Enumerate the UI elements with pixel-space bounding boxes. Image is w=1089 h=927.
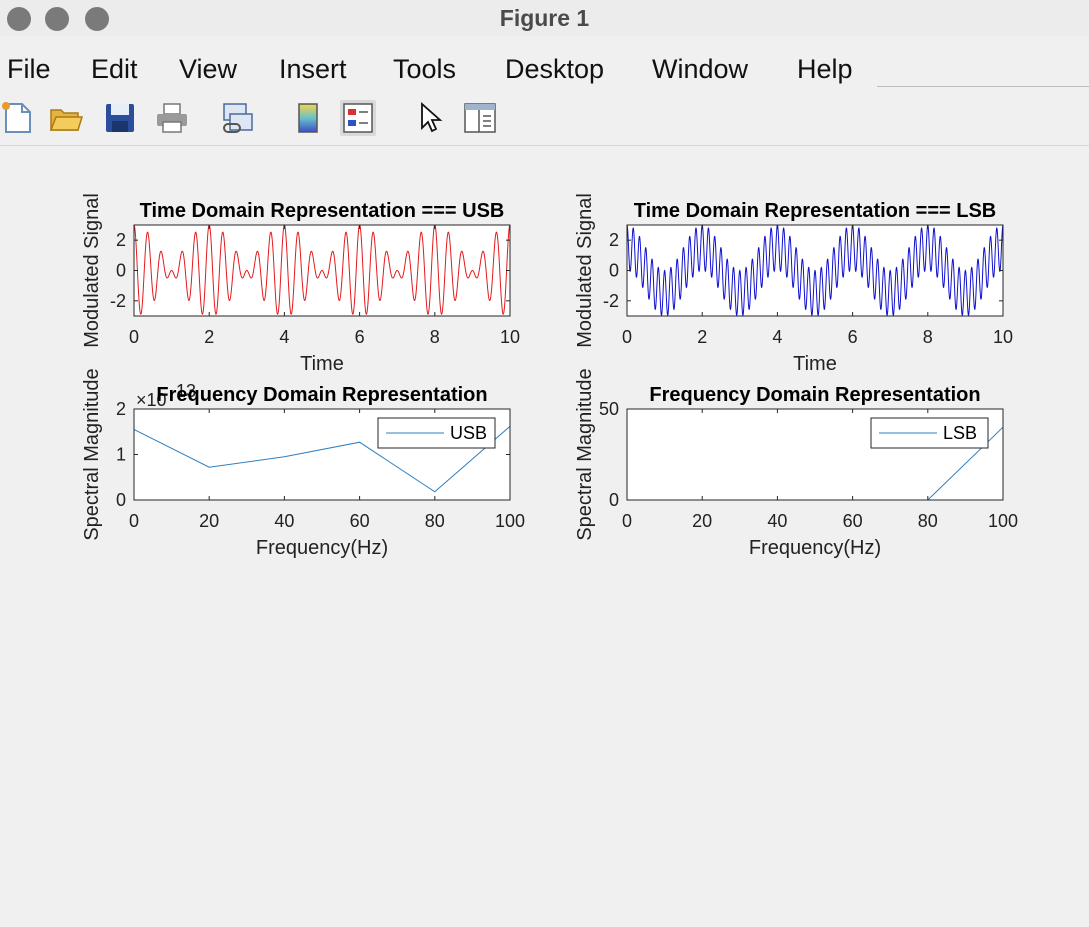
menu-window[interactable]: Window [652, 49, 748, 89]
window-titlebar: Figure 1 [0, 0, 1089, 36]
y-tick-label: 0 [609, 490, 619, 510]
x-tick-label: 40 [767, 511, 787, 531]
x-tick-label: 4 [279, 327, 289, 347]
x-tick-label: 0 [129, 511, 139, 531]
x-axis-label: Frequency(Hz) [256, 537, 388, 559]
save-icon[interactable] [102, 100, 138, 136]
x-tick-label: 2 [204, 327, 214, 347]
x-tick-label: 100 [988, 511, 1018, 531]
menu-tools[interactable]: Tools [393, 49, 456, 89]
y-tick-label: 2 [116, 399, 126, 419]
property-inspector-icon[interactable] [462, 100, 498, 136]
axes-2: 0 2 4 6 8 10-202Time Domain Representation ==… [574, 193, 1013, 375]
x-tick-label: 20 [692, 511, 712, 531]
y-tick-label: 0 [116, 490, 126, 510]
x-tick-label: 6 [355, 327, 365, 347]
y-axis-label: Modulated Signal [81, 193, 103, 348]
open-file-icon[interactable] [48, 100, 84, 136]
x-tick-label: 40 [274, 511, 294, 531]
axes-4: 0 20 40 60 80 100 0 50 Frequency Domain Represen… [574, 368, 1018, 559]
figure-canvas: 0 2 4 6 8 10-202Time Domain Representation ==… [81, 193, 1018, 559]
legend-icon[interactable] [340, 100, 376, 136]
axes-title: Frequency Domain Representation [156, 384, 487, 406]
y-tick-label: 2 [116, 230, 126, 250]
x-tick-label: 80 [918, 511, 938, 531]
legend: LSB [870, 417, 989, 449]
y-tick-label: -2 [110, 291, 126, 311]
menu-separator [877, 86, 1089, 87]
x-tick-label: 2 [697, 327, 707, 347]
window-title: Figure 1 [499, 5, 590, 31]
axes-title: Frequency Domain Representation [649, 384, 980, 406]
x-tick-label: 0 [622, 327, 632, 347]
menu-edit[interactable]: Edit [91, 49, 138, 89]
menu-help[interactable]: Help [797, 49, 853, 89]
y-tick-label: 0 [609, 261, 619, 281]
figure-area: 0 2 4 6 8 10 -2 0 2 Time Domain Representation ==… [0, 146, 1089, 927]
y-axis-label: Modulated Signal [574, 193, 596, 348]
legend-label: LSB [943, 423, 977, 443]
x-tick-label: 60 [350, 511, 370, 531]
y-tick-label: 2 [609, 230, 619, 250]
x-tick-label: 4 [772, 327, 782, 347]
legend-label: USB [450, 423, 487, 443]
x-axis-label: Frequency(Hz) [749, 537, 881, 559]
x-axis-label: Time [793, 353, 837, 375]
y-tick-label: 0 [116, 261, 126, 281]
x-tick-label: 0 [622, 511, 632, 531]
y-tick-label: -2 [603, 291, 619, 311]
y-tick-label: 50 [599, 399, 619, 419]
link-icon[interactable] [220, 100, 256, 136]
x-tick-label: 60 [843, 511, 863, 531]
axes-3: 0 20 40 60 80 100012 ×10 13Frequency Domain Rep… [81, 368, 525, 559]
new-figure-icon[interactable] [0, 100, 36, 136]
menu-bar: File Edit View Insert Tools Desktop Wind… [0, 49, 1089, 89]
x-tick-label: 8 [923, 327, 933, 347]
menu-file[interactable]: File [7, 49, 51, 89]
x-tick-label: 6 [848, 327, 858, 347]
legend: USB [377, 417, 496, 449]
x-tick-label: 10 [993, 327, 1013, 347]
axes-1: 0 2 4 6 8 10-202Time Domain Representation ==… [81, 193, 520, 375]
colorbar-icon[interactable] [290, 100, 326, 136]
menu-desktop[interactable]: Desktop [505, 49, 604, 89]
y-axis-label: Spectral Magnitude [574, 368, 596, 540]
axes-title: Time Domain Representation === USB [140, 200, 505, 222]
menu-view[interactable]: View [179, 49, 237, 89]
pointer-icon[interactable] [412, 100, 448, 136]
x-tick-label: 0 [129, 327, 139, 347]
x-tick-label: 10 [500, 327, 520, 347]
x-tick-label: 100 [495, 511, 525, 531]
menu-insert[interactable]: Insert [279, 49, 347, 89]
print-icon[interactable] [154, 100, 190, 136]
y-axis-label: Spectral Magnitude [81, 368, 103, 540]
x-tick-label: 80 [425, 511, 445, 531]
y-tick-label: 1 [116, 445, 126, 465]
x-axis-label: Time [300, 353, 344, 375]
toolbar [0, 92, 1089, 146]
x-tick-label: 20 [199, 511, 219, 531]
axes-title: Time Domain Representation === LSB [634, 200, 997, 222]
x-tick-label: 8 [430, 327, 440, 347]
